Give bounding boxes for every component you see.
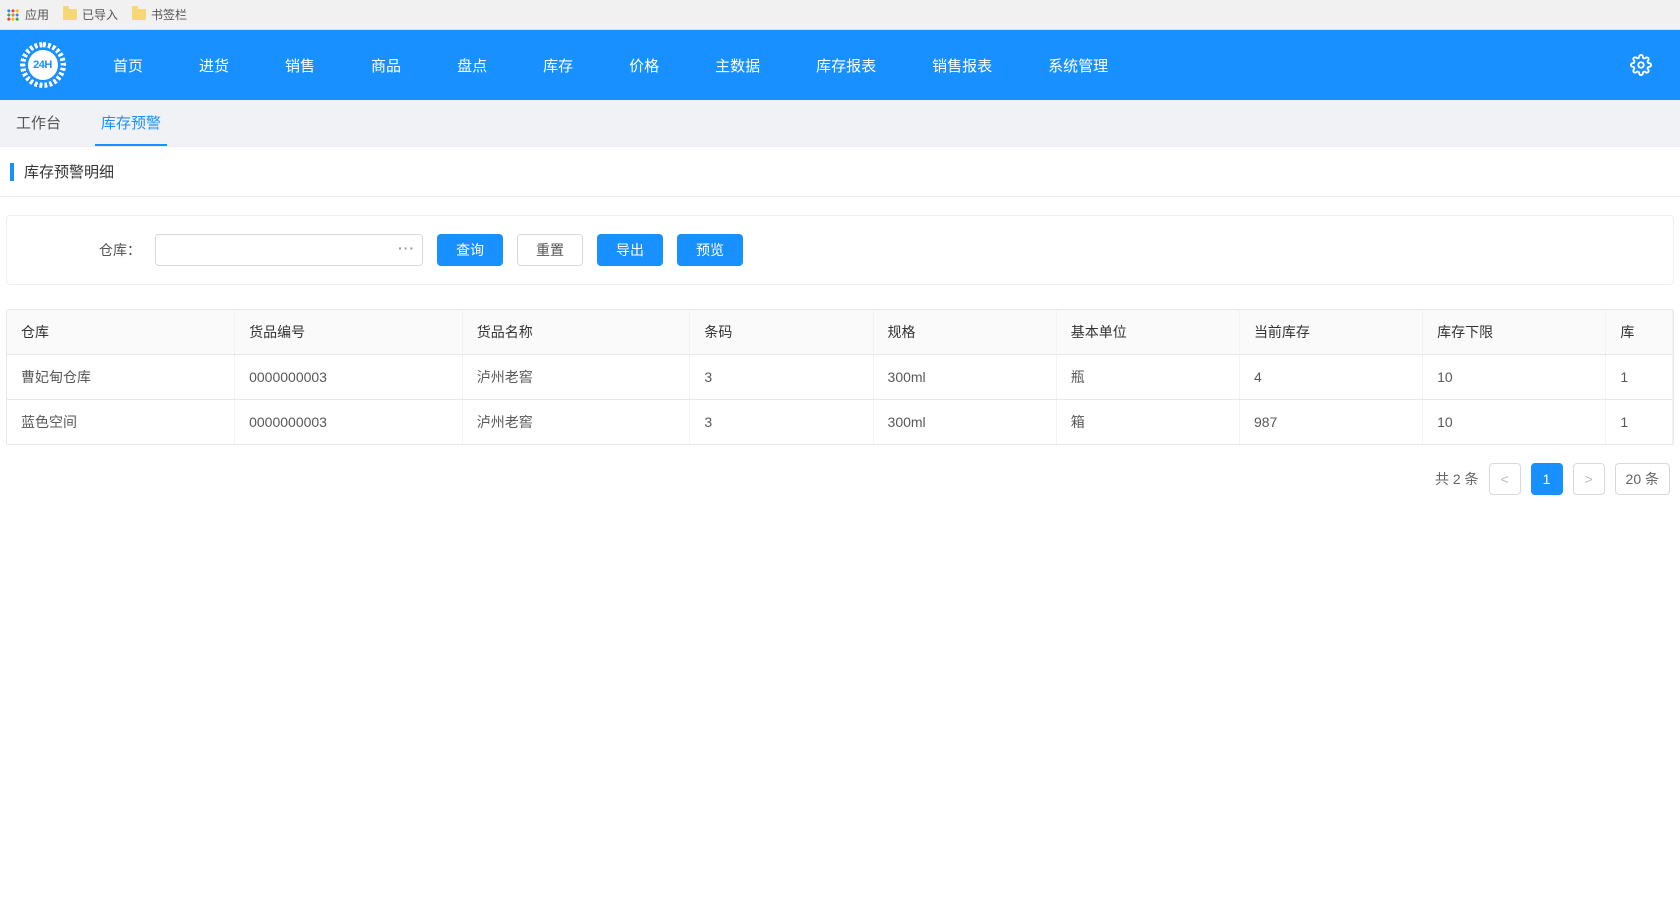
page-size-label: 20 条 <box>1626 469 1659 489</box>
cell-max: 1 <box>1606 400 1673 445</box>
th-barcode[interactable]: 条码 <box>690 310 873 355</box>
section-title: 库存预警明细 <box>0 147 1680 197</box>
gear-icon[interactable] <box>1630 54 1652 76</box>
pagination-prev[interactable]: < <box>1489 463 1521 495</box>
nav-check[interactable]: 盘点 <box>429 30 515 100</box>
bookmarks-bar: 应用 已导入 书签栏 <box>0 0 1680 30</box>
top-nav: 24H 首页 进货 销售 商品 盘点 库存 价格 主数据 库存报表 销售报表 系… <box>0 30 1680 100</box>
cell-unit: 箱 <box>1056 400 1239 445</box>
cell-barcode: 3 <box>690 355 873 400</box>
page-number: 1 <box>1543 471 1551 487</box>
th-name[interactable]: 货品名称 <box>462 310 690 355</box>
nav-system[interactable]: 系统管理 <box>1020 30 1136 100</box>
logo[interactable]: 24H <box>0 42 85 88</box>
warehouse-input-wrap: ··· <box>155 234 423 266</box>
pagination-next[interactable]: > <box>1573 463 1605 495</box>
cell-stock: 987 <box>1239 400 1422 445</box>
nav-sales[interactable]: 销售 <box>257 30 343 100</box>
apps-label: 应用 <box>25 6 49 23</box>
th-spec[interactable]: 规格 <box>873 310 1056 355</box>
nav-stock[interactable]: 库存 <box>515 30 601 100</box>
tab-label: 库存预警 <box>101 115 161 132</box>
section-label: 库存预警明细 <box>24 161 114 182</box>
th-warehouse[interactable]: 仓库 <box>7 310 235 355</box>
tab-stock-warning[interactable]: 库存预警 <box>95 100 167 146</box>
chevron-right-icon: > <box>1584 471 1592 487</box>
cell-name: 泸州老窖 <box>462 400 690 445</box>
cell-min: 10 <box>1423 400 1606 445</box>
logo-circle: 24H <box>20 42 66 88</box>
th-unit[interactable]: 基本单位 <box>1056 310 1239 355</box>
cell-unit: 瓶 <box>1056 355 1239 400</box>
nav-stock-report[interactable]: 库存报表 <box>788 30 904 100</box>
nav-sales-report[interactable]: 销售报表 <box>904 30 1020 100</box>
table-wrap: 仓库 货品编号 货品名称 条码 规格 基本单位 当前库存 库存下限 库 曹妃甸仓… <box>6 309 1674 445</box>
bookmark-item-imported[interactable]: 已导入 <box>63 6 118 23</box>
filter-panel: 仓库： ··· 查询 重置 导出 预览 <box>6 215 1674 285</box>
cell-code: 0000000003 <box>235 400 463 445</box>
cell-warehouse: 曹妃甸仓库 <box>7 355 235 400</box>
cell-max: 1 <box>1606 355 1673 400</box>
nav-home[interactable]: 首页 <box>85 30 171 100</box>
nav-right <box>1630 54 1680 76</box>
th-current-stock[interactable]: 当前库存 <box>1239 310 1422 355</box>
chevron-left-icon: < <box>1500 471 1508 487</box>
query-button[interactable]: 查询 <box>437 234 503 266</box>
logo-text: 24H <box>28 50 58 80</box>
folder-icon <box>63 9 77 20</box>
th-code[interactable]: 货品编号 <box>235 310 463 355</box>
pagination-total: 共 2 条 <box>1435 469 1479 489</box>
cell-barcode: 3 <box>690 400 873 445</box>
th-stock-min[interactable]: 库存下限 <box>1423 310 1606 355</box>
pagination-size-select[interactable]: 20 条 <box>1615 463 1670 495</box>
export-button[interactable]: 导出 <box>597 234 663 266</box>
cell-spec: 300ml <box>873 400 1056 445</box>
cell-min: 10 <box>1423 355 1606 400</box>
tab-label: 工作台 <box>16 115 61 132</box>
folder-icon <box>132 9 146 20</box>
preview-button[interactable]: 预览 <box>677 234 743 266</box>
apps-icon <box>6 8 20 22</box>
tabs-bar: 工作台 库存预警 <box>0 100 1680 147</box>
reset-button[interactable]: 重置 <box>517 234 583 266</box>
warehouse-input[interactable] <box>155 234 423 266</box>
cell-spec: 300ml <box>873 355 1056 400</box>
nav-purchase[interactable]: 进货 <box>171 30 257 100</box>
ellipsis-icon[interactable]: ··· <box>398 240 415 256</box>
apps-shortcut[interactable]: 应用 <box>6 6 49 23</box>
th-stock-max[interactable]: 库 <box>1606 310 1673 355</box>
cell-stock: 4 <box>1239 355 1422 400</box>
nav-master-data[interactable]: 主数据 <box>687 30 788 100</box>
tab-workbench[interactable]: 工作台 <box>10 100 67 146</box>
cell-code: 0000000003 <box>235 355 463 400</box>
warehouse-label: 仓库： <box>99 240 141 260</box>
table-header-row: 仓库 货品编号 货品名称 条码 规格 基本单位 当前库存 库存下限 库 <box>7 310 1673 355</box>
bookmark-label: 书签栏 <box>151 6 187 23</box>
nav-price[interactable]: 价格 <box>601 30 687 100</box>
bookmark-item-bar[interactable]: 书签栏 <box>132 6 187 23</box>
table-row[interactable]: 蓝色空间 0000000003 泸州老窖 3 300ml 箱 987 10 1 <box>7 400 1673 445</box>
pagination: 共 2 条 < 1 > 20 条 <box>0 445 1680 495</box>
pagination-page-1[interactable]: 1 <box>1531 463 1563 495</box>
nav-goods[interactable]: 商品 <box>343 30 429 100</box>
nav-items: 首页 进货 销售 商品 盘点 库存 价格 主数据 库存报表 销售报表 系统管理 <box>85 30 1136 100</box>
table-row[interactable]: 曹妃甸仓库 0000000003 泸州老窖 3 300ml 瓶 4 10 1 <box>7 355 1673 400</box>
cell-name: 泸州老窖 <box>462 355 690 400</box>
cell-warehouse: 蓝色空间 <box>7 400 235 445</box>
section-bar-icon <box>10 163 14 181</box>
stock-warning-table: 仓库 货品编号 货品名称 条码 规格 基本单位 当前库存 库存下限 库 曹妃甸仓… <box>7 310 1673 444</box>
bookmark-label: 已导入 <box>82 6 118 23</box>
